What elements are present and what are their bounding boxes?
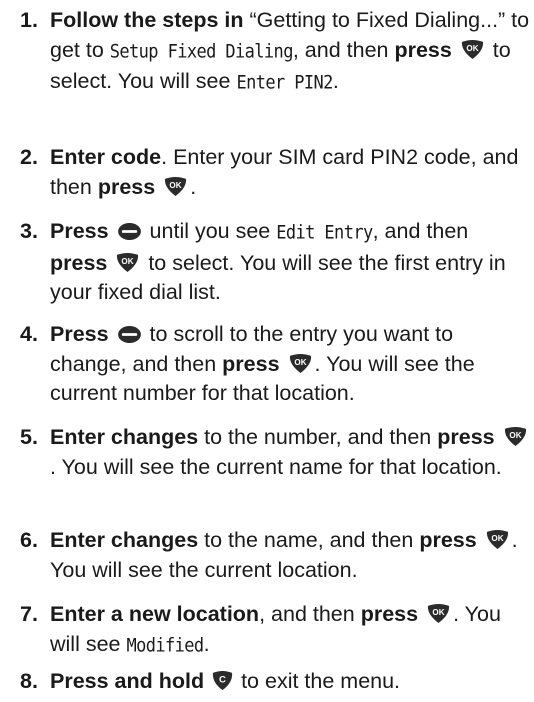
step-number: 3. — [20, 219, 38, 243]
step-body: , and then — [259, 602, 361, 626]
step-action: press — [394, 37, 452, 62]
step-text: Follow the steps in “Getting to Fixed Di… — [50, 6, 530, 99]
step-text: Enter changes to the name, and then pres… — [50, 526, 530, 585]
step-8: 8. Press and hold to exit the menu. — [20, 667, 530, 697]
step-number: 1. — [20, 8, 38, 32]
step-body: to the number, and then — [198, 425, 438, 449]
step-action: Press and hold — [50, 669, 205, 693]
ok-icon — [485, 529, 510, 550]
step-action: press — [50, 250, 108, 275]
step-action: Enter a new location — [50, 602, 260, 626]
step-number: 5. — [20, 425, 38, 449]
step-body: . — [332, 69, 339, 93]
step-body: . — [190, 174, 197, 199]
step-action: Press — [50, 322, 109, 346]
lcd-text: Edit Entry — [276, 221, 373, 244]
step-action: Press — [50, 219, 109, 243]
step-4: 4. Press to scroll to the entry you want… — [20, 320, 530, 409]
step-text: Enter code. Enter your SIM card PIN2 cod… — [50, 143, 530, 202]
step-text: Enter changes to the number, and then pr… — [50, 423, 530, 482]
step-number: 2. — [20, 145, 38, 169]
step-body: to the name, and then — [198, 528, 420, 552]
step-action: press — [419, 528, 477, 552]
step-action: press — [360, 602, 419, 626]
step-number: 7. — [20, 602, 38, 626]
lcd-text: Modified — [126, 634, 204, 657]
step-action: Enter changes — [50, 425, 199, 449]
step-body: to exit the menu. — [235, 669, 401, 693]
step-action: Enter code — [50, 145, 162, 169]
step-body: , and then — [372, 219, 469, 243]
step-number: 4. — [20, 322, 38, 346]
step-text: Enter a new location, and then press . Y… — [50, 600, 530, 661]
step-action: Follow the steps in — [50, 8, 244, 32]
step-5: 5. Enter changes to the number, and then… — [20, 423, 530, 482]
ok-icon — [503, 426, 528, 447]
lcd-text: Enter PIN2 — [236, 71, 333, 94]
step-1: 1. Follow the steps in “Getting to Fixed… — [20, 6, 530, 99]
step-body: until you see — [143, 219, 277, 243]
clear-icon — [212, 670, 233, 691]
step-action: press — [437, 425, 495, 449]
step-action: press — [97, 174, 156, 199]
step-7: 7. Enter a new location, and then press … — [20, 600, 530, 661]
step-body: . — [203, 631, 210, 656]
menu-icon — [117, 325, 142, 344]
step-text: Press until you see Edit Entry, and then… — [50, 217, 530, 308]
step-2: 2. Enter code. Enter your SIM card PIN2 … — [20, 143, 530, 202]
step-text: Press and hold to exit the menu. — [50, 667, 530, 697]
step-3: 3. Press until you see Edit Entry, and t… — [20, 217, 530, 308]
lcd-text: Setup Fixed Dialing — [109, 40, 294, 63]
step-text: Press to scroll to the entry you want to… — [50, 320, 530, 409]
step-action: Enter changes — [50, 528, 199, 552]
step-body: . You will see the current name for that… — [50, 454, 502, 479]
step-body: , and then — [292, 37, 395, 62]
ok-icon — [288, 353, 313, 374]
step-number: 8. — [20, 669, 38, 693]
ok-icon — [115, 252, 140, 273]
step-action: press — [222, 351, 280, 376]
ok-icon — [426, 603, 451, 624]
ok-icon — [163, 176, 188, 197]
step-6: 6. Enter changes to the name, and then p… — [20, 526, 530, 585]
ok-icon — [460, 39, 485, 60]
menu-icon — [117, 222, 142, 241]
step-number: 6. — [20, 528, 38, 552]
